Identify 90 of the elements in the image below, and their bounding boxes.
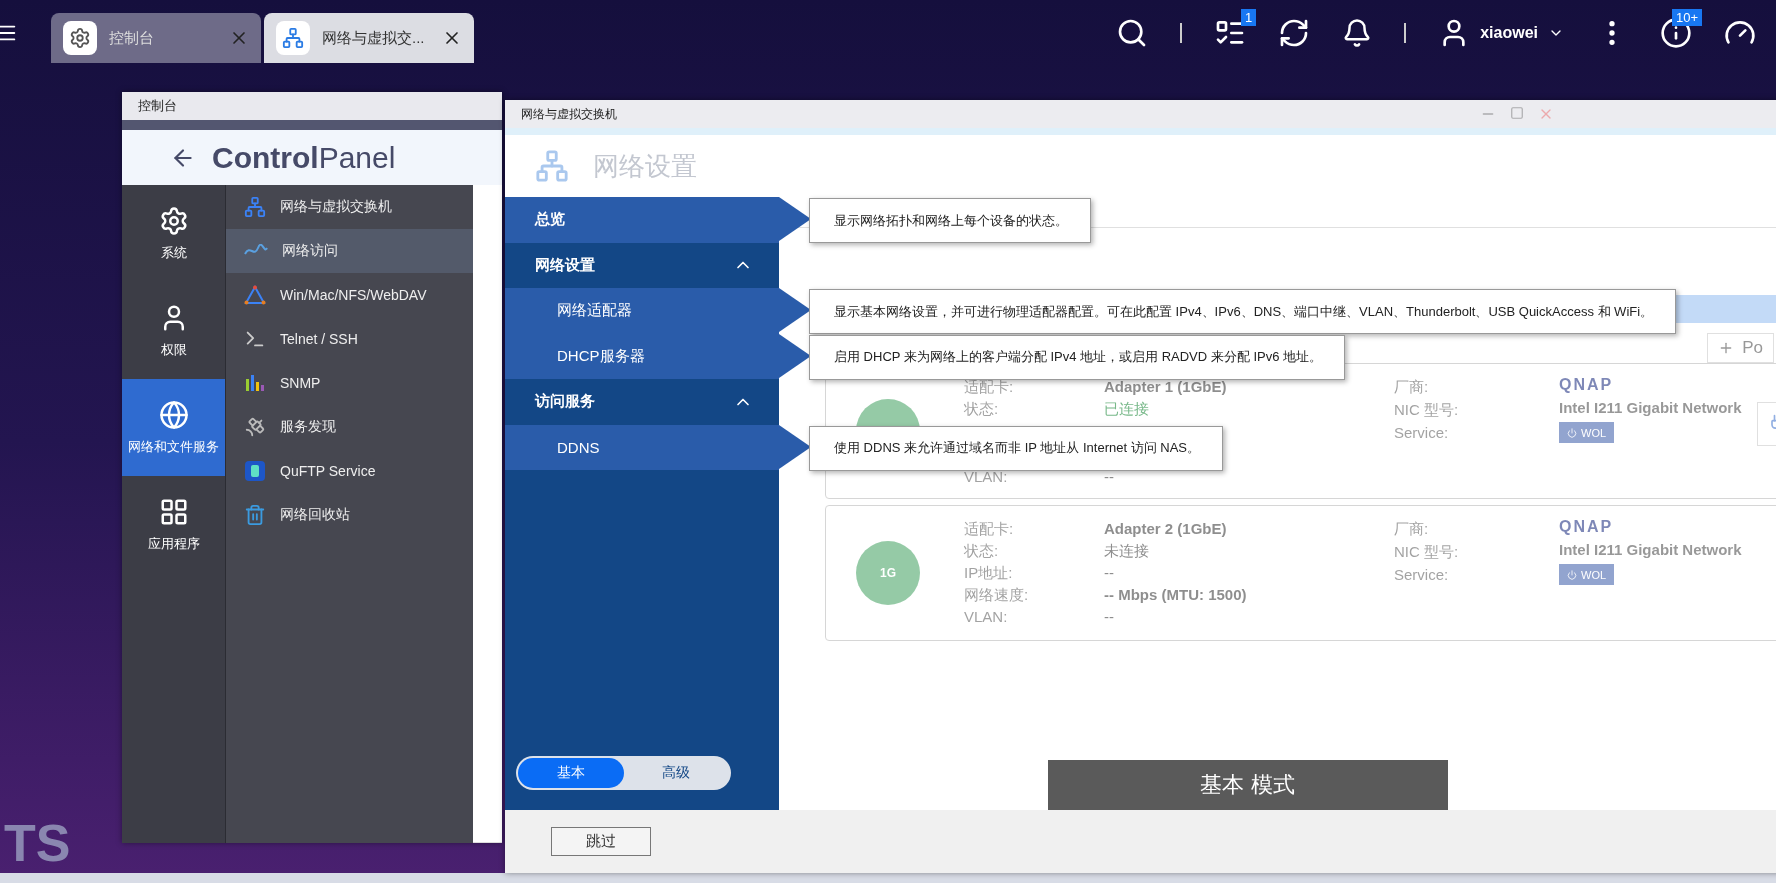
tab-label: 控制台 — [109, 28, 155, 48]
tooltip: 使用 DDNS 来允许通过域名而非 IP 地址从 Internet 访问 NAS。 — [809, 425, 1223, 471]
tooltip: 启用 DHCP 来为网络上的客户端分配 IPv4 地址，或启用 RADVD 来分配 IPv6 地址。 — [809, 334, 1346, 380]
menu-label: SNMP — [280, 375, 321, 391]
network-icon — [244, 196, 266, 218]
field-value: 已连接 — [1104, 399, 1150, 419]
nav-label: 总览 — [535, 210, 566, 230]
mode-option[interactable]: 高级 — [623, 758, 729, 788]
field-value: Intel I211 Gigabit Network — [1559, 399, 1743, 418]
mode-banner: 基本 模式 — [1047, 760, 1448, 810]
field-label: IP地址: — [964, 563, 1014, 583]
notification-count: 10+ — [1671, 9, 1702, 26]
page-heading: 网络设置 — [593, 149, 697, 183]
satellite-dish-icon — [244, 416, 266, 438]
category-item[interactable]: 权限 — [122, 282, 225, 379]
menu-item[interactable]: 网络与虚拟交换机 — [226, 185, 473, 229]
vendor-logo: QNAP — [1559, 376, 1615, 395]
user-name[interactable]: xiaowei — [1480, 24, 1538, 42]
category-label: 权限 — [160, 340, 187, 359]
network-icon — [535, 149, 569, 183]
field-value: -- — [1104, 607, 1115, 627]
notification-count: 1 — [1240, 9, 1257, 26]
menu-item[interactable]: Telnet / SSH — [226, 317, 473, 361]
field-label: Service: — [1394, 565, 1450, 585]
menu-item[interactable]: 服务发现 — [226, 405, 473, 449]
field-value: -- — [1104, 563, 1115, 583]
menu-label: 服务发现 — [280, 418, 336, 436]
nav-label: 网络设置 — [535, 255, 596, 275]
panel-title: ControlPanel — [212, 140, 396, 175]
category-label: 系统 — [160, 243, 187, 262]
field-label: 适配卡: — [964, 377, 1015, 397]
field-value: Adapter 2 (1GbE) — [1104, 519, 1228, 539]
menu-label: 网络回收站 — [280, 506, 350, 524]
tab-label: 网络与虚拟交... — [322, 28, 426, 48]
menu-label: Telnet / SSH — [280, 331, 358, 347]
adapter-icon: 1G — [856, 541, 920, 605]
field-label: Service: — [1394, 423, 1450, 443]
window-title: 网络与虚拟交换机 — [521, 105, 617, 123]
field-label: NIC 型号: — [1394, 400, 1460, 420]
vendor-logo: QNAP — [1559, 518, 1615, 537]
service-badge: WOL — [1559, 564, 1615, 585]
window-tab[interactable]: 控制台 — [51, 13, 261, 63]
field-label: 厂商: — [1394, 519, 1430, 539]
menu-item[interactable]: 网络回收站 — [226, 493, 473, 537]
window-title: 控制台 — [122, 92, 502, 120]
field-label: 适配卡: — [964, 519, 1015, 539]
service-badge: WOL — [1559, 422, 1615, 443]
field-label: 网络速度: — [964, 585, 1030, 605]
menu-label: Win/Mac/NFS/WebDAV — [280, 287, 427, 303]
category-item[interactable]: 应用程序 — [122, 476, 225, 573]
window-tab[interactable]: 网络与虚拟交... — [264, 13, 474, 63]
app-tile-icon — [244, 460, 266, 482]
category-label: 应用程序 — [147, 534, 200, 553]
trash-icon — [244, 504, 266, 526]
desktop-text: TS — [4, 813, 71, 873]
menu-item[interactable]: QuFTP Service — [226, 449, 473, 493]
nav-label: DDNS — [557, 438, 601, 456]
tooltip: 显示基本网络设置，并可进行物理适配器配置。可在此配置 IPv4、IPv6、DNS、端口中继、VLAN、Thunderbolt、USB QuickAccess 和 WiFi。 — [809, 289, 1677, 334]
nav-label: 访问服务 — [535, 392, 596, 412]
field-label: NIC 型号: — [1394, 542, 1460, 562]
menu-item[interactable]: 网络访问 — [226, 229, 473, 273]
menu-label: 网络与虚拟交换机 — [280, 198, 392, 216]
category-item[interactable]: 网络和文件服务 — [122, 379, 225, 476]
nav-label: DHCP服务器 — [557, 346, 646, 366]
menu-label: 网络访问 — [282, 242, 338, 260]
tooltip: 显示网络拓扑和网络上每个设备的状态。 — [809, 198, 1091, 243]
menu-label: QuFTP Service — [280, 463, 376, 479]
bar-chart-icon — [244, 373, 266, 393]
globe-icon — [158, 399, 189, 430]
mode-option[interactable]: 基本 — [518, 758, 624, 788]
nav-label: 网络适配器 — [557, 301, 633, 321]
field-label: 状态: — [964, 541, 1000, 561]
field-label: 厂商: — [1394, 377, 1430, 397]
triangle-icon — [244, 285, 266, 305]
category-label: 网络和文件服务 — [128, 437, 219, 456]
field-value: Adapter 1 (1GbE) — [1104, 377, 1228, 397]
menu-item[interactable]: SNMP — [226, 361, 473, 405]
power-icon — [1567, 427, 1577, 438]
field-label: 状态: — [964, 399, 1000, 419]
power-icon — [1567, 569, 1577, 580]
field-label: VLAN: — [964, 607, 1009, 627]
field-value: -- Mbps (MTU: 1500) — [1104, 585, 1248, 605]
network-icon — [282, 27, 304, 49]
gear-icon — [158, 205, 189, 236]
menu-item[interactable]: Win/Mac/NFS/WebDAV — [226, 273, 473, 317]
field-value: Intel I211 Gigabit Network — [1559, 541, 1743, 560]
category-item[interactable]: 系统 — [122, 185, 225, 282]
gear-icon — [69, 27, 91, 49]
field-value: 未连接 — [1104, 541, 1150, 561]
skip-button[interactable]: 跳过 — [551, 827, 651, 856]
